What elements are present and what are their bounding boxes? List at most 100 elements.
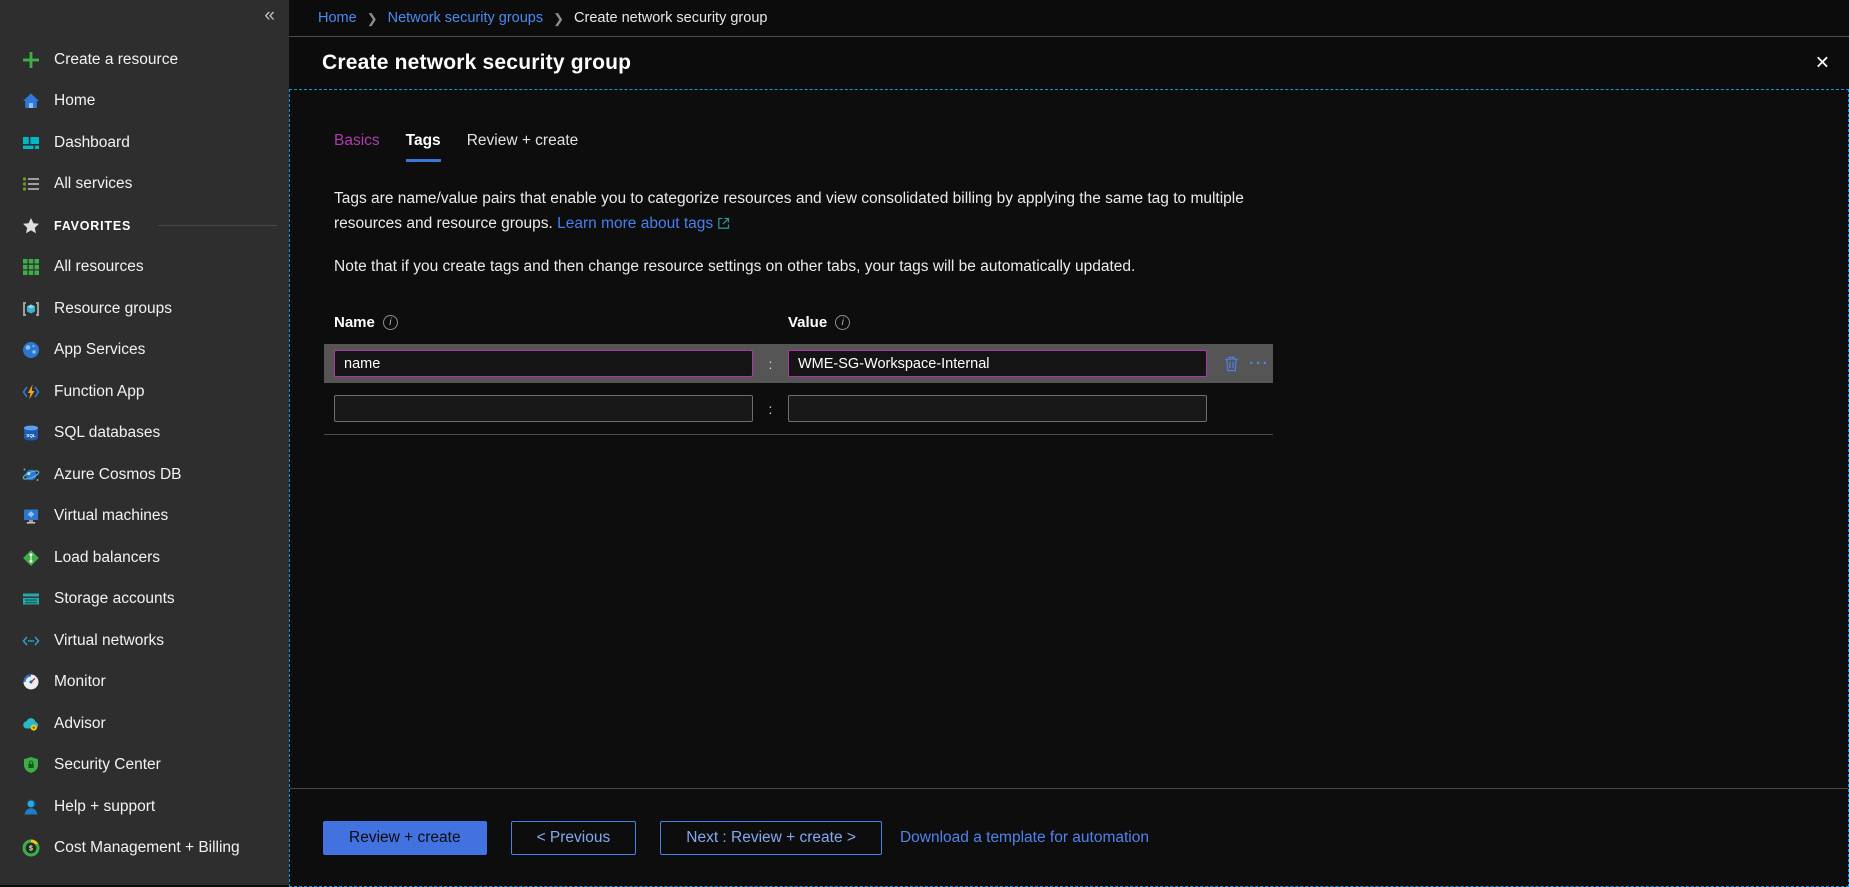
security-center-icon	[21, 755, 41, 775]
tag-value-input[interactable]	[788, 395, 1207, 422]
sidebar-item-label: Virtual networks	[54, 632, 164, 650]
sidebar-item-all-services[interactable]: All services	[0, 164, 289, 206]
dashboard-icon	[21, 133, 41, 153]
sidebar-section-label: FAVORITES	[54, 219, 131, 233]
sidebar-item-all-resources[interactable]: All resources	[0, 247, 289, 289]
delete-tag-icon[interactable]	[1223, 355, 1240, 373]
main-pane: Home ❯ Network security groups ❯ Create …	[289, 0, 1849, 885]
name-info-icon[interactable]: i	[383, 315, 398, 330]
sidebar-nav: Create a resource Home Dashboard All ser…	[0, 39, 289, 869]
colon-separator: :	[753, 401, 788, 417]
sidebar-item-advisor[interactable]: Advisor	[0, 703, 289, 745]
tags-note: Note that if you create tags and then ch…	[334, 258, 1848, 276]
close-icon[interactable]: ✕	[1809, 51, 1836, 76]
sidebar-item-home[interactable]: Home	[0, 81, 289, 123]
sidebar-item-resource-groups[interactable]: Resource groups	[0, 288, 289, 330]
sidebar-item-label: Cost Management + Billing	[54, 839, 240, 857]
tag-name-input[interactable]	[334, 395, 753, 422]
storage-accounts-icon	[21, 589, 41, 609]
sidebar-item-label: Load balancers	[54, 549, 160, 567]
download-template-link[interactable]: Download a template for automation	[900, 821, 1149, 855]
wizard-tabs: Basics Tags Review + create	[334, 132, 1848, 162]
monitor-icon	[21, 672, 41, 692]
sidebar-item-label: Resource groups	[54, 300, 172, 318]
tab-basics[interactable]: Basics	[334, 132, 380, 162]
sidebar: « Create a resource Home Dashboard	[0, 0, 289, 885]
tags-form: Name i Value i :	[334, 314, 1848, 435]
sidebar-item-virtual-machines[interactable]: Virtual machines	[0, 496, 289, 538]
sidebar-item-label: Create a resource	[54, 51, 178, 69]
sidebar-item-label: Monitor	[54, 673, 106, 691]
breadcrumb: Home ❯ Network security groups ❯ Create …	[289, 0, 1849, 37]
sidebar-item-azure-cosmos-db[interactable]: Azure Cosmos DB	[0, 454, 289, 496]
function-app-icon	[21, 382, 41, 402]
sidebar-item-label: Virtual machines	[54, 507, 168, 525]
sidebar-item-label: Home	[54, 92, 95, 110]
name-column-header: Name	[334, 314, 375, 331]
sidebar-item-label: Azure Cosmos DB	[54, 466, 181, 484]
page-title: Create network security group	[322, 51, 631, 75]
sidebar-item-label: Function App	[54, 383, 144, 401]
more-options-icon[interactable]: ···	[1249, 356, 1269, 372]
previous-button[interactable]: < Previous	[511, 821, 637, 855]
breadcrumb-network-security-groups-link[interactable]: Network security groups	[388, 10, 544, 26]
tag-value-input[interactable]	[788, 350, 1207, 377]
star-icon	[21, 216, 41, 236]
virtual-machines-icon	[21, 506, 41, 526]
form-divider	[324, 434, 1273, 435]
cosmos-db-icon	[21, 465, 41, 485]
sidebar-item-monitor[interactable]: Monitor	[0, 662, 289, 704]
value-column-header: Value	[788, 314, 827, 331]
virtual-networks-icon	[21, 631, 41, 651]
wizard-footer: Review + create < Previous Next : Review…	[290, 788, 1848, 884]
tag-row: :	[324, 389, 1273, 428]
svg-text:SQL: SQL	[26, 433, 36, 438]
sidebar-item-cost-management-billing[interactable]: $ Cost Management + Billing	[0, 828, 289, 870]
home-icon	[21, 91, 41, 111]
collapse-sidebar-icon[interactable]: «	[264, 6, 275, 25]
sidebar-item-create-a-resource[interactable]: Create a resource	[0, 39, 289, 81]
list-icon	[21, 174, 41, 194]
panel-header: Create network security group ✕	[289, 37, 1849, 89]
tab-content-region: Basics Tags Review + create Tags are nam…	[289, 89, 1849, 887]
tab-tags[interactable]: Tags	[406, 132, 441, 162]
sidebar-item-load-balancers[interactable]: Load balancers	[0, 537, 289, 579]
tags-description-text: Tags are name/value pairs that enable yo…	[334, 190, 1244, 232]
sidebar-item-label: Help + support	[54, 798, 155, 816]
sidebar-item-label: Storage accounts	[54, 590, 175, 608]
svg-text:$: $	[29, 846, 33, 853]
colon-separator: :	[753, 356, 788, 372]
sidebar-item-label: Dashboard	[54, 134, 130, 152]
sidebar-item-storage-accounts[interactable]: Storage accounts	[0, 579, 289, 621]
tag-name-input[interactable]	[334, 350, 753, 377]
sidebar-item-label: All services	[54, 175, 132, 193]
app-services-icon	[21, 340, 41, 360]
sidebar-item-sql-databases[interactable]: SQL SQL databases	[0, 413, 289, 455]
value-info-icon[interactable]: i	[835, 315, 850, 330]
sidebar-section-favorites: FAVORITES	[0, 205, 289, 247]
tab-review-create[interactable]: Review + create	[467, 132, 579, 162]
sidebar-item-virtual-networks[interactable]: Virtual networks	[0, 620, 289, 662]
sidebar-item-label: Security Center	[54, 756, 161, 774]
breadcrumb-home-link[interactable]: Home	[318, 10, 357, 26]
sql-databases-icon: SQL	[21, 423, 41, 443]
grid-icon	[21, 257, 41, 277]
cost-management-icon: $	[21, 838, 41, 858]
plus-icon	[21, 50, 41, 70]
sidebar-item-label: SQL databases	[54, 424, 160, 442]
resource-groups-icon	[21, 299, 41, 319]
tags-form-headers: Name i Value i	[334, 314, 1848, 331]
review-create-button[interactable]: Review + create	[323, 821, 487, 855]
next-button[interactable]: Next : Review + create >	[660, 821, 882, 855]
learn-more-about-tags-link[interactable]: Learn more about tags	[557, 215, 713, 232]
help-support-icon	[21, 797, 41, 817]
sidebar-item-label: Advisor	[54, 715, 106, 733]
sidebar-item-label: App Services	[54, 341, 145, 359]
sidebar-item-dashboard[interactable]: Dashboard	[0, 122, 289, 164]
sidebar-item-security-center[interactable]: Security Center	[0, 745, 289, 787]
sidebar-item-help-support[interactable]: Help + support	[0, 786, 289, 828]
tags-description: Tags are name/value pairs that enable yo…	[334, 186, 1262, 236]
sidebar-item-function-app[interactable]: Function App	[0, 371, 289, 413]
sidebar-item-app-services[interactable]: App Services	[0, 330, 289, 372]
advisor-icon	[21, 714, 41, 734]
